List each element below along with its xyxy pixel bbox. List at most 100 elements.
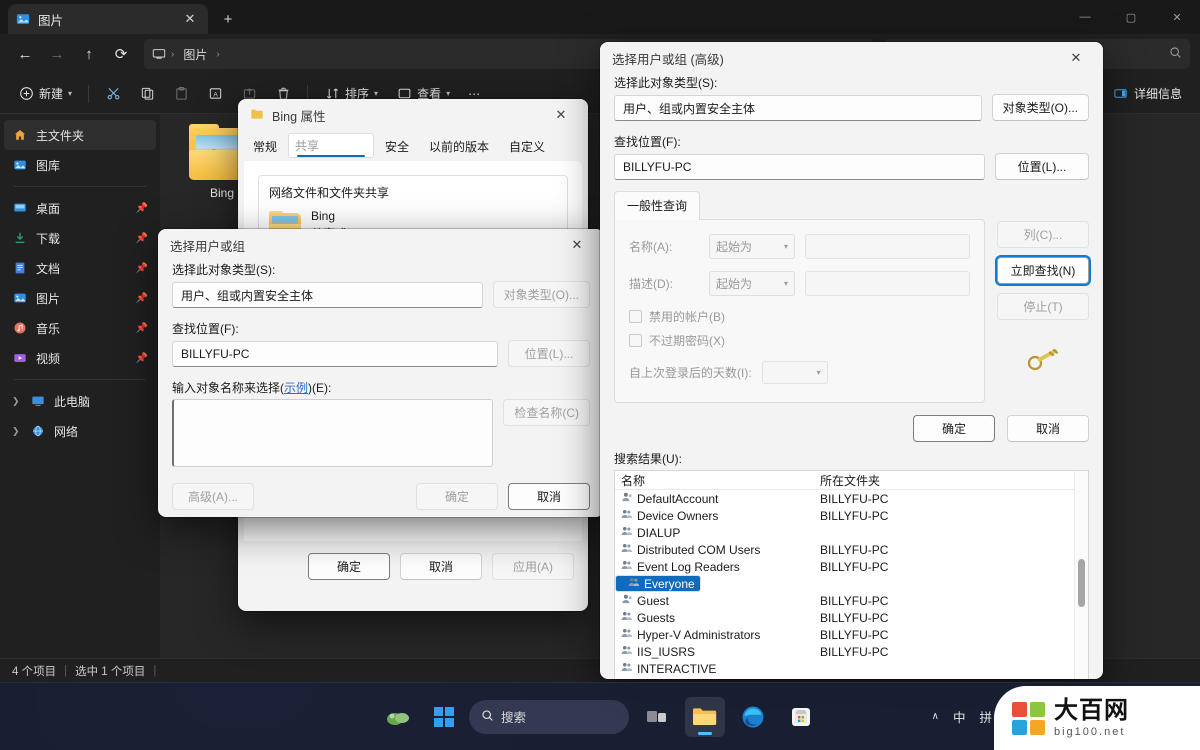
- sidebar-item-network[interactable]: ❯ 网络: [4, 416, 156, 446]
- table-row[interactable]: IIS_IUSRSBILLYFU-PC: [615, 643, 1088, 660]
- table-row[interactable]: Event Log ReadersBILLYFU-PC: [615, 558, 1088, 575]
- column-header-folder[interactable]: 所在文件夹: [820, 472, 970, 489]
- find-now-button[interactable]: 立即查找(N): [997, 257, 1089, 284]
- breadcrumb-separator-2[interactable]: ›: [216, 49, 219, 60]
- close-icon[interactable]: ✕: [540, 100, 582, 130]
- locations-button[interactable]: 位置(L)...: [995, 153, 1089, 180]
- taskbar-item-file-explorer[interactable]: [685, 697, 725, 737]
- non-expiring-password-checkbox[interactable]: [629, 334, 642, 347]
- examples-link[interactable]: 示例: [284, 381, 308, 395]
- sidebar-item-desktop[interactable]: 桌面 📌: [4, 193, 156, 223]
- pin-icon-5[interactable]: 📌: [136, 323, 148, 334]
- tab-general[interactable]: 常规: [244, 133, 286, 161]
- search-icon[interactable]: [1169, 46, 1182, 62]
- up-button[interactable]: ↑: [74, 39, 104, 69]
- sidebar-item-pictures[interactable]: 图片 📌: [4, 283, 156, 313]
- taskbar-item-microsoft-store[interactable]: [781, 697, 821, 737]
- tab-security[interactable]: 安全: [376, 133, 418, 161]
- table-row[interactable]: Everyone: [615, 575, 701, 592]
- search-results-list[interactable]: 名称 所在文件夹 DefaultAccountBILLYFU-PCDevice …: [614, 470, 1089, 679]
- pin-icon-4[interactable]: 📌: [136, 293, 148, 304]
- name-operator-select[interactable]: 起始为 ▾: [709, 234, 795, 259]
- details-pane-button[interactable]: 详细信息: [1105, 79, 1190, 109]
- chevron-right-icon-2[interactable]: ❯: [12, 426, 24, 437]
- forward-button[interactable]: →: [42, 39, 72, 69]
- sidebar-item-downloads[interactable]: 下载 📌: [4, 223, 156, 253]
- sidebar-item-home[interactable]: 主文件夹: [4, 120, 156, 150]
- table-row[interactable]: GuestsBILLYFU-PC: [615, 609, 1088, 626]
- close-button[interactable]: ✕: [1154, 0, 1200, 34]
- start-button[interactable]: [427, 700, 461, 734]
- disabled-accounts-row[interactable]: 禁用的帐户(B): [629, 308, 970, 325]
- ok-button[interactable]: 确定: [308, 553, 390, 580]
- object-types-button[interactable]: 对象类型(O)...: [493, 281, 590, 308]
- ime-mode-indicator[interactable]: 中: [953, 707, 966, 726]
- name-value-input[interactable]: [805, 234, 970, 259]
- sidebar-item-videos[interactable]: 视频 📌: [4, 343, 156, 373]
- tab-sharing[interactable]: 共享: [288, 133, 374, 158]
- pin-icon[interactable]: 📌: [136, 203, 148, 214]
- new-button[interactable]: 新建 ▾: [10, 79, 80, 109]
- tab-customize[interactable]: 自定义: [500, 133, 554, 161]
- cancel-button[interactable]: 取消: [508, 483, 590, 510]
- ok-button[interactable]: 确定: [416, 483, 498, 510]
- description-operator-select[interactable]: 起始为 ▾: [709, 271, 795, 296]
- check-names-button[interactable]: 检查名称(C): [503, 399, 590, 426]
- apply-button[interactable]: 应用(A): [492, 553, 574, 580]
- scrollbar-thumb[interactable]: [1078, 559, 1085, 607]
- table-row[interactable]: INTERACTIVE: [615, 660, 1088, 677]
- tab-common-queries[interactable]: 一般性查询: [614, 191, 700, 220]
- breadcrumb-pictures[interactable]: 图片: [179, 44, 211, 65]
- object-type-field[interactable]: 用户、组或内置安全主体: [614, 95, 982, 121]
- back-button[interactable]: ←: [10, 39, 40, 69]
- chevron-right-icon[interactable]: ❯: [12, 396, 24, 407]
- taskbar-search[interactable]: 搜索: [469, 700, 629, 734]
- copy-button[interactable]: [131, 79, 163, 109]
- object-types-button[interactable]: 对象类型(O)...: [992, 94, 1089, 121]
- pin-icon-6[interactable]: 📌: [136, 353, 148, 364]
- taskbar-item-widgets-weather[interactable]: [379, 697, 419, 737]
- minimize-button[interactable]: —: [1062, 0, 1108, 34]
- cancel-button[interactable]: 取消: [1007, 415, 1089, 442]
- table-row[interactable]: DIALUP: [615, 524, 1088, 541]
- tab-close-icon[interactable]: ✕: [180, 9, 200, 29]
- tab-previous-versions[interactable]: 以前的版本: [420, 133, 498, 161]
- ok-button[interactable]: 确定: [913, 415, 995, 442]
- table-row[interactable]: Distributed COM UsersBILLYFU-PC: [615, 541, 1088, 558]
- close-icon[interactable]: ✕: [556, 230, 598, 260]
- maximize-button[interactable]: ▢: [1108, 0, 1154, 34]
- refresh-button[interactable]: ⟳: [106, 39, 136, 69]
- taskbar-item-task-view[interactable]: [637, 697, 677, 737]
- sidebar-item-gallery[interactable]: 图库: [4, 150, 156, 180]
- tab-pictures[interactable]: 图片 ✕: [8, 4, 208, 34]
- table-row[interactable]: Hyper-V AdministratorsBILLYFU-PC: [615, 626, 1088, 643]
- sidebar-item-music[interactable]: 音乐 📌: [4, 313, 156, 343]
- results-scrollbar[interactable]: [1074, 471, 1088, 679]
- taskbar-item-microsoft-edge[interactable]: [733, 697, 773, 737]
- cut-button[interactable]: [97, 79, 129, 109]
- close-icon[interactable]: ✕: [1055, 43, 1097, 73]
- pin-icon-2[interactable]: 📌: [136, 233, 148, 244]
- table-row[interactable]: IUSR: [615, 677, 1088, 679]
- disabled-accounts-checkbox[interactable]: [629, 310, 642, 323]
- sidebar-item-documents[interactable]: 文档 📌: [4, 253, 156, 283]
- location-field[interactable]: BILLYFU-PC: [614, 154, 985, 180]
- new-tab-button[interactable]: +: [214, 5, 242, 33]
- table-row[interactable]: Device OwnersBILLYFU-PC: [615, 507, 1088, 524]
- rename-button[interactable]: A: [199, 79, 231, 109]
- advanced-button[interactable]: 高级(A)...: [172, 483, 254, 510]
- location-field[interactable]: BILLYFU-PC: [172, 341, 498, 367]
- paste-button[interactable]: [165, 79, 197, 109]
- pin-icon-3[interactable]: 📌: [136, 263, 148, 274]
- locations-button[interactable]: 位置(L)...: [508, 340, 590, 367]
- cancel-button[interactable]: 取消: [400, 553, 482, 580]
- ime-pinyin-indicator[interactable]: 拼: [979, 707, 992, 726]
- table-row[interactable]: DefaultAccountBILLYFU-PC: [615, 490, 1088, 507]
- tray-expand-icon[interactable]: ∧: [932, 711, 939, 722]
- sidebar-item-this-pc[interactable]: ❯ 此电脑: [4, 386, 156, 416]
- object-type-field[interactable]: 用户、组或内置安全主体: [172, 282, 483, 308]
- columns-button[interactable]: 列(C)...: [997, 221, 1089, 248]
- non-expiring-password-row[interactable]: 不过期密码(X): [629, 332, 970, 349]
- days-since-logon-select[interactable]: ▾: [762, 361, 828, 384]
- description-value-input[interactable]: [805, 271, 970, 296]
